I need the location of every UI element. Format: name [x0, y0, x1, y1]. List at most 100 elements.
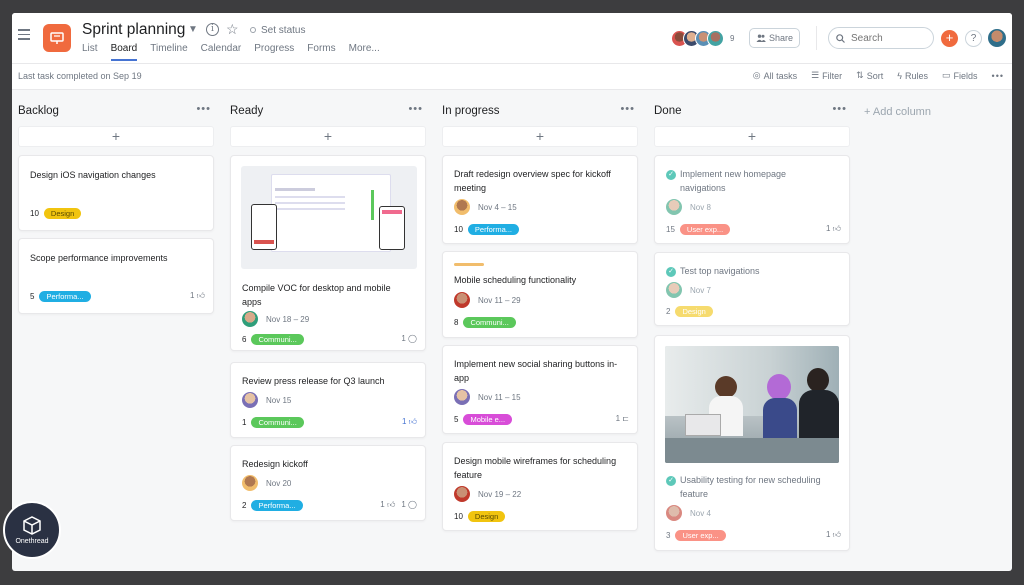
- quick-add-button[interactable]: +: [941, 30, 958, 47]
- user-avatar[interactable]: [988, 29, 1006, 47]
- menu-icon[interactable]: [18, 29, 30, 40]
- tag-pill: Communi...: [251, 334, 304, 345]
- column-title: Backlog: [18, 105, 59, 117]
- comment-count[interactable]: 1 ◯: [401, 334, 417, 343]
- assignee-avatar[interactable]: [242, 392, 258, 408]
- add-task-button[interactable]: +: [18, 126, 214, 147]
- story-points: 6: [242, 335, 247, 344]
- task-card[interactable]: Implement new social sharing buttons in-…: [442, 345, 638, 434]
- task-card[interactable]: ✓ Usability testing for new scheduling f…: [654, 335, 850, 551]
- tag-pill: Design: [675, 306, 713, 317]
- status-dot-icon: [250, 27, 256, 33]
- fields-button[interactable]: ▭ Fields: [942, 70, 978, 81]
- tab-more[interactable]: More...: [349, 43, 380, 61]
- search-input[interactable]: [851, 32, 921, 44]
- project-header: Sprint planning ▼ i ☆ Set status List Bo…: [12, 13, 1012, 64]
- help-button[interactable]: ?: [965, 30, 982, 47]
- add-task-button[interactable]: +: [442, 126, 638, 147]
- like-count[interactable]: 1 👍︎: [402, 417, 417, 427]
- tag-pill: User exp...: [679, 224, 731, 235]
- story-points: 2: [242, 501, 247, 510]
- more-options-icon[interactable]: •••: [992, 70, 1004, 81]
- tab-calendar[interactable]: Calendar: [201, 43, 242, 61]
- assignee-avatar[interactable]: [242, 475, 258, 491]
- tab-board[interactable]: Board: [110, 43, 138, 61]
- like-count[interactable]: 1 👍︎: [826, 224, 841, 234]
- add-column-button[interactable]: + Add column: [864, 106, 931, 118]
- box-logo-icon: [23, 516, 41, 535]
- assignee-avatar[interactable]: [454, 199, 470, 215]
- member-count: 9: [730, 34, 735, 43]
- column-more-icon[interactable]: •••: [832, 103, 847, 115]
- column-title: Done: [654, 105, 682, 117]
- cover-image: [241, 166, 417, 269]
- story-points: 10: [454, 512, 463, 521]
- task-title: Mobile scheduling functionality: [454, 275, 577, 285]
- like-count[interactable]: 1 👍︎: [380, 500, 395, 510]
- task-card[interactable]: Draft redesign overview spec for kickoff…: [442, 155, 638, 244]
- due-date: Nov 7: [690, 286, 711, 295]
- column-more-icon[interactable]: •••: [196, 103, 211, 115]
- sort-button[interactable]: ⇅ Sort: [856, 70, 883, 81]
- task-card[interactable]: ✓ Implement new homepage navigations Nov…: [654, 155, 850, 244]
- subtask-count[interactable]: 1 ⊏: [616, 414, 629, 423]
- task-title: Scope performance improvements: [30, 253, 168, 263]
- assignee-avatar[interactable]: [454, 389, 470, 405]
- share-button[interactable]: Share: [749, 28, 800, 48]
- comment-count[interactable]: 1 ◯: [401, 500, 417, 510]
- like-count[interactable]: 1 👍︎: [826, 530, 841, 540]
- tab-progress[interactable]: Progress: [254, 43, 294, 61]
- tag-pill: Communi...: [251, 417, 304, 428]
- tab-forms[interactable]: Forms: [307, 43, 335, 61]
- story-points: 2: [666, 307, 671, 316]
- tag-pill: Mobile e...: [463, 414, 513, 425]
- story-points: 8: [454, 318, 459, 327]
- all-tasks-button[interactable]: ◎ All tasks: [753, 70, 797, 81]
- set-status-button[interactable]: Set status: [250, 25, 305, 36]
- story-points: 15: [666, 225, 675, 234]
- due-date: Nov 15: [266, 396, 292, 405]
- due-date: Nov 8: [690, 203, 711, 212]
- due-date: Nov 4 – 15: [478, 203, 517, 212]
- like-count[interactable]: 1 👍︎: [190, 291, 205, 301]
- task-title: Design mobile wireframes for scheduling …: [454, 456, 617, 480]
- badge-label: Onethread: [15, 538, 49, 545]
- tag-pill: Performa...: [251, 500, 303, 511]
- task-card[interactable]: Review press release for Q3 launch Nov 1…: [230, 362, 426, 438]
- tab-timeline[interactable]: Timeline: [150, 43, 187, 61]
- task-card[interactable]: Redesign kickoff Nov 20 2 Performa... 1 👍…: [230, 445, 426, 521]
- chevron-down-icon[interactable]: ▼: [188, 24, 198, 35]
- task-card[interactable]: Compile VOC for desktop and mobile apps …: [230, 155, 426, 351]
- task-card[interactable]: ✓ Test top navigations Nov 7 2 Design: [654, 252, 850, 326]
- column-more-icon[interactable]: •••: [620, 103, 635, 115]
- last-task-completed: Last task completed on Sep 19: [18, 71, 142, 81]
- assignee-avatar[interactable]: [666, 505, 682, 521]
- assignee-avatar[interactable]: [666, 282, 682, 298]
- add-task-button[interactable]: +: [654, 126, 850, 147]
- task-title: Redesign kickoff: [242, 459, 308, 469]
- search-field[interactable]: [828, 27, 934, 49]
- member-avatars[interactable]: [671, 30, 724, 47]
- assignee-avatar[interactable]: [666, 199, 682, 215]
- tab-list[interactable]: List: [82, 43, 98, 61]
- assignee-avatar[interactable]: [242, 311, 258, 327]
- task-card[interactable]: Mobile scheduling functionality Nov 11 –…: [442, 251, 638, 338]
- due-date: Nov 4: [690, 509, 711, 518]
- task-title: Test top navigations: [680, 266, 760, 276]
- rules-button[interactable]: ϟ Rules: [897, 70, 928, 81]
- reactions[interactable]: 1 👍︎ 1 ◯: [380, 500, 417, 510]
- filter-button[interactable]: ☰ Filter: [811, 70, 842, 81]
- task-title: Compile VOC for desktop and mobile apps: [242, 283, 391, 307]
- column-more-icon[interactable]: •••: [408, 103, 423, 115]
- project-title[interactable]: Sprint planning: [82, 21, 185, 39]
- assignee-avatar[interactable]: [454, 486, 470, 502]
- assignee-avatar[interactable]: [454, 292, 470, 308]
- star-icon[interactable]: ☆: [226, 21, 239, 38]
- task-card[interactable]: Scope performance improvements 5 Performa…: [18, 238, 214, 314]
- task-card[interactable]: Design mobile wireframes for scheduling …: [442, 442, 638, 531]
- thumbs-up-icon: 👍︎: [832, 530, 841, 539]
- task-card[interactable]: Design iOS navigation changes 10 Design: [18, 155, 214, 231]
- info-icon[interactable]: i: [206, 23, 219, 36]
- people-icon: [756, 34, 766, 42]
- add-task-button[interactable]: +: [230, 126, 426, 147]
